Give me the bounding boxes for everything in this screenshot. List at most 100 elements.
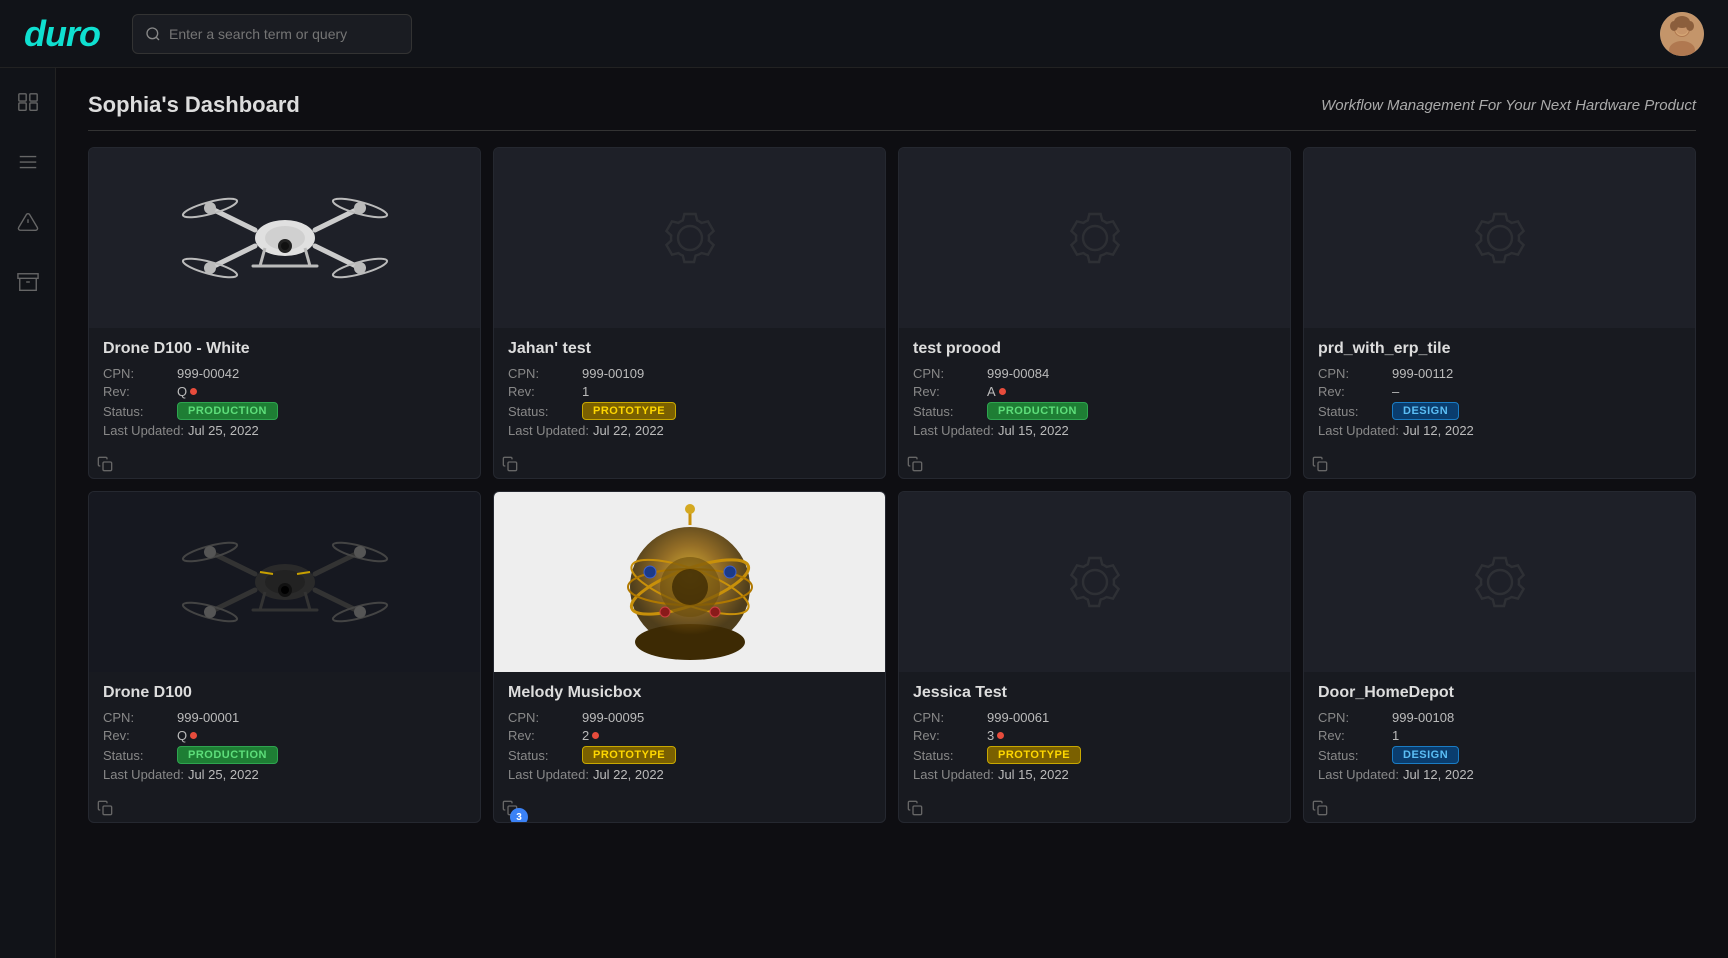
rev-row: Rev: 3 <box>913 728 1276 743</box>
card-info: CPN: 999-00108 Rev: 1 Status: DESIGN Las… <box>1318 710 1681 782</box>
content-area: Sophia's Dashboard Workflow Management F… <box>56 68 1728 958</box>
cpn-label: CPN: <box>103 366 173 381</box>
card-info: CPN: 999-00095 Rev: 2 Status: PROTOTYPE … <box>508 710 871 782</box>
project-card[interactable]: Jessica Test CPN: 999-00061 Rev: 3 Statu… <box>898 491 1291 823</box>
topnav: duro <box>0 0 1728 68</box>
status-label: Status: <box>508 748 578 763</box>
project-card[interactable]: Drone D100 CPN: 999-00001 Rev: Q Status:… <box>88 491 481 823</box>
rev-dot <box>592 732 599 739</box>
status-row: Status: PRODUCTION <box>103 746 466 764</box>
updated-row: Last Updated: Jul 12, 2022 <box>1318 423 1681 438</box>
updated-value: Jul 22, 2022 <box>593 423 664 438</box>
cpn-label: CPN: <box>508 710 578 725</box>
dashboard-subtitle: Workflow Management For Your Next Hardwa… <box>1321 97 1696 114</box>
card-info: CPN: 999-00001 Rev: Q Status: PRODUCTION… <box>103 710 466 782</box>
rev-label: Rev: <box>1318 384 1388 399</box>
updated-label: Last Updated: <box>1318 767 1399 782</box>
copy-button[interactable] <box>1306 450 1334 478</box>
copy-button[interactable] <box>91 450 119 478</box>
card-image <box>494 492 885 672</box>
updated-value: Jul 22, 2022 <box>593 767 664 782</box>
status-label: Status: <box>508 404 578 419</box>
rev-label: Rev: <box>913 384 983 399</box>
rev-value: 1 <box>582 384 589 399</box>
rev-row: Rev: 1 <box>1318 728 1681 743</box>
rev-label: Rev: <box>508 728 578 743</box>
copy-button[interactable] <box>901 450 929 478</box>
updated-row: Last Updated: Jul 12, 2022 <box>1318 767 1681 782</box>
card-info: CPN: 999-00084 Rev: A Status: PRODUCTION… <box>913 366 1276 438</box>
cpn-value: 999-00095 <box>582 710 644 725</box>
cpn-label: CPN: <box>913 710 983 725</box>
avatar[interactable] <box>1660 12 1704 56</box>
status-badge: PROTOTYPE <box>582 402 676 420</box>
card-body: prd_with_erp_tile CPN: 999-00112 Rev: – … <box>1304 328 1695 478</box>
rev-row: Rev: Q <box>103 728 466 743</box>
copy-button[interactable] <box>901 794 929 822</box>
cpn-value: 999-00061 <box>987 710 1049 725</box>
card-info: CPN: 999-00042 Rev: Q Status: PRODUCTION… <box>103 366 466 438</box>
cpn-row: CPN: 999-00108 <box>1318 710 1681 725</box>
cards-grid: Drone D100 - White CPN: 999-00042 Rev: Q… <box>88 147 1696 823</box>
search-box[interactable] <box>132 14 412 54</box>
project-card[interactable]: Door_HomeDepot CPN: 999-00108 Rev: 1 Sta… <box>1303 491 1696 823</box>
sidebar-item-list[interactable] <box>10 144 46 180</box>
status-badge: PRODUCTION <box>177 402 278 420</box>
updated-row: Last Updated: Jul 25, 2022 <box>103 423 466 438</box>
updated-label: Last Updated: <box>1318 423 1399 438</box>
rev-value: Q <box>177 384 197 399</box>
status-badge: DESIGN <box>1392 746 1459 764</box>
updated-value: Jul 12, 2022 <box>1403 767 1474 782</box>
status-row: Status: DESIGN <box>1318 402 1681 420</box>
status-row: Status: DESIGN <box>1318 746 1681 764</box>
status-label: Status: <box>913 748 983 763</box>
rev-row: Rev: – <box>1318 384 1681 399</box>
card-image <box>899 148 1290 328</box>
project-card[interactable]: test proood CPN: 999-00084 Rev: A Status… <box>898 147 1291 479</box>
search-input[interactable] <box>169 26 399 42</box>
project-card[interactable]: Jahan' test CPN: 999-00109 Rev: 1 Status… <box>493 147 886 479</box>
sidebar <box>0 68 56 958</box>
card-name: Melody Musicbox <box>508 684 871 702</box>
copy-button[interactable] <box>91 794 119 822</box>
card-name: test proood <box>913 340 1276 358</box>
rev-value: A <box>987 384 1006 399</box>
rev-dot <box>997 732 1004 739</box>
rev-value: – <box>1392 384 1399 399</box>
copy-button[interactable]: 3 <box>496 794 524 822</box>
notification-badge: 3 <box>510 808 528 823</box>
copy-button[interactable] <box>1306 794 1334 822</box>
copy-button[interactable] <box>496 450 524 478</box>
cpn-value: 999-00001 <box>177 710 239 725</box>
rev-value: 2 <box>582 728 599 743</box>
rev-dot <box>190 388 197 395</box>
updated-row: Last Updated: Jul 15, 2022 <box>913 423 1276 438</box>
cpn-row: CPN: 999-00109 <box>508 366 871 381</box>
card-image <box>1304 148 1695 328</box>
cpn-row: CPN: 999-00095 <box>508 710 871 725</box>
status-row: Status: PRODUCTION <box>913 402 1276 420</box>
logo: duro <box>24 13 100 55</box>
sidebar-item-warning[interactable] <box>10 204 46 240</box>
updated-label: Last Updated: <box>913 423 994 438</box>
card-name: Jessica Test <box>913 684 1276 702</box>
sidebar-item-box[interactable] <box>10 84 46 120</box>
rev-dot <box>999 388 1006 395</box>
card-name: Drone D100 <box>103 684 466 702</box>
search-icon <box>145 26 161 42</box>
status-row: Status: PROTOTYPE <box>508 746 871 764</box>
project-card[interactable]: Melody Musicbox CPN: 999-00095 Rev: 2 St… <box>493 491 886 823</box>
rev-row: Rev: 1 <box>508 384 871 399</box>
cpn-row: CPN: 999-00042 <box>103 366 466 381</box>
status-label: Status: <box>103 404 173 419</box>
rev-label: Rev: <box>103 384 173 399</box>
sidebar-item-archive[interactable] <box>10 264 46 300</box>
cpn-value: 999-00109 <box>582 366 644 381</box>
updated-label: Last Updated: <box>508 767 589 782</box>
status-label: Status: <box>1318 404 1388 419</box>
rev-label: Rev: <box>913 728 983 743</box>
project-card[interactable]: prd_with_erp_tile CPN: 999-00112 Rev: – … <box>1303 147 1696 479</box>
status-badge: PRODUCTION <box>177 746 278 764</box>
project-card[interactable]: Drone D100 - White CPN: 999-00042 Rev: Q… <box>88 147 481 479</box>
card-image <box>89 148 480 328</box>
